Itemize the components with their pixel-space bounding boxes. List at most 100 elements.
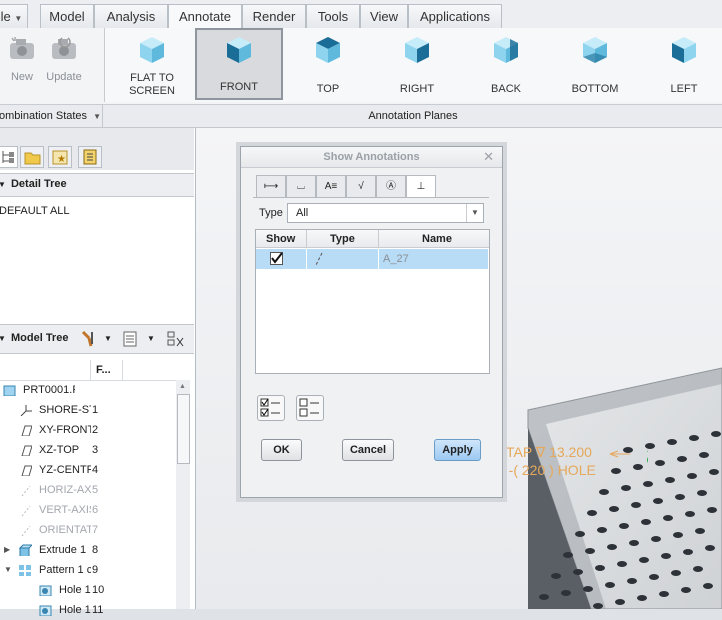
tab-model[interactable]: Model — [40, 4, 94, 28]
tab-folder-browser[interactable] — [20, 146, 44, 168]
combination-states-group[interactable]: ombination States ▼ — [0, 110, 101, 122]
scrollbar-thumb[interactable] — [177, 394, 190, 464]
model-tree-scrollbar[interactable]: ▲ — [176, 380, 190, 609]
tab-datums[interactable]: ⊥ — [406, 175, 436, 198]
hole-marker — [683, 549, 693, 555]
tab-view[interactable]: View — [360, 4, 408, 28]
annotation-name: A_27 — [383, 253, 409, 265]
tab-tools[interactable]: Tools — [306, 4, 360, 28]
gtol-icon: ⌴ — [297, 181, 305, 192]
tree-row[interactable]: Hole 1 11 — [0, 600, 176, 620]
tree-row[interactable]: VERT-AXIS 6 — [0, 500, 176, 520]
tab-notes[interactable]: A≡ — [316, 175, 346, 197]
tab-symbols[interactable]: Ⓐ — [376, 175, 406, 197]
tools-icon[interactable] — [80, 330, 98, 359]
tab-analysis[interactable]: Analysis — [94, 4, 168, 28]
tree-row[interactable]: XZ-TOP 3 — [0, 440, 176, 460]
tab-dimensions[interactable]: ⟼ — [256, 175, 286, 197]
hole-marker — [693, 566, 703, 572]
hole-marker — [573, 569, 583, 575]
select-all-icon — [260, 398, 280, 417]
cube-top-icon — [316, 37, 340, 63]
hole-marker — [695, 528, 705, 534]
settings-list-icon[interactable] — [122, 330, 138, 359]
column-type[interactable]: Type — [330, 233, 355, 245]
type-label: Type — [259, 207, 283, 219]
tab-annotate[interactable]: Annotate — [168, 4, 242, 29]
filter-icon[interactable] — [166, 330, 186, 359]
tab-favorites[interactable]: ★ — [48, 146, 72, 168]
detail-tree-item[interactable]: DEFAULT ALL — [0, 205, 70, 217]
tree-row-label: Pattern 1 c — [39, 564, 91, 576]
show-checkbox[interactable] — [270, 252, 283, 265]
plane-bottom-button[interactable]: BOTTOM — [551, 28, 639, 100]
axis-type-icon — [315, 252, 323, 266]
tab-applications[interactable]: Applications — [408, 4, 502, 28]
tree-row[interactable]: YZ-CENTR 4 — [0, 460, 176, 480]
tab-gtol[interactable]: ⌴ — [286, 175, 316, 197]
hole-annotation-line1[interactable]: TAP ∇ 13.200 — [506, 444, 592, 461]
close-icon[interactable]: ✕ — [483, 149, 494, 165]
tree-row[interactable]: PRT0001.PRT — [0, 380, 176, 400]
tab-file[interactable]: ile ▼ — [0, 4, 28, 28]
hole-marker — [595, 565, 605, 571]
cube-flat-icon — [140, 37, 164, 63]
cube-left-icon — [672, 37, 696, 63]
datum-icon: ⊥ — [416, 181, 426, 192]
cancel-button[interactable]: Cancel — [342, 439, 394, 461]
chevron-down-icon[interactable]: ▼ — [147, 325, 155, 352]
tab-layer-tree[interactable] — [78, 146, 102, 168]
tree-row[interactable]: Hole 1 10 — [0, 580, 176, 600]
plane-flat-to-screen-button[interactable]: FLAT TO SCREEN — [108, 28, 196, 100]
ok-button[interactable]: OK — [261, 439, 302, 461]
update-button[interactable]: Update — [44, 36, 84, 83]
tree-row-number: 8 — [92, 544, 99, 556]
hole-marker — [711, 431, 721, 437]
plane-back-button[interactable]: BACK — [462, 28, 550, 100]
new-button[interactable]: New — [2, 36, 42, 83]
tree-row[interactable]: HORIZ-AX 5 — [0, 480, 176, 500]
plane-front-button[interactable]: FRONT — [195, 28, 283, 100]
tree-row[interactable]: XY-FRONT 2 — [0, 420, 176, 440]
hole-marker — [643, 481, 653, 487]
scroll-up-icon[interactable]: ▲ — [179, 383, 186, 390]
type-select[interactable]: All ▼ — [287, 203, 484, 223]
tree-row[interactable]: ORIENTATI 7 — [0, 520, 176, 540]
chevron-down-icon[interactable]: ▼ — [0, 334, 6, 343]
column-name[interactable]: Name — [422, 233, 452, 245]
deselect-all-button[interactable] — [296, 395, 324, 421]
axis-icon — [21, 525, 31, 536]
tree-row-label: ORIENTATI — [39, 524, 91, 536]
tree-row[interactable]: ▼ Pattern 1 c9 — [0, 560, 176, 580]
detail-tree-header[interactable]: ▼ Detail Tree — [0, 173, 194, 197]
tab-file-label: ile — [0, 9, 11, 24]
collapse-icon[interactable]: ▼ — [4, 560, 12, 580]
ribbon: New Update FLAT TO SCREEN FRONT TOP RIGH — [0, 28, 722, 105]
annotation-planes-group-label: Annotation Planes — [368, 110, 458, 122]
apply-button[interactable]: Apply — [434, 439, 481, 461]
tab-render[interactable]: Render — [242, 4, 306, 28]
tab-model-tree[interactable] — [0, 146, 18, 168]
hole-marker — [609, 506, 619, 512]
tree-row[interactable]: SHORE-ST 1 — [0, 400, 176, 420]
chevron-down-icon[interactable]: ▼ — [466, 204, 483, 222]
hole-marker — [583, 586, 593, 592]
expand-icon[interactable]: ▶ — [4, 540, 10, 560]
column-show[interactable]: Show — [266, 233, 295, 245]
hole-marker — [651, 536, 661, 542]
plane-left-button[interactable]: LEFT — [640, 28, 722, 100]
select-all-button[interactable] — [257, 395, 285, 421]
table-row[interactable]: A_27 — [256, 249, 488, 269]
plane-icon — [21, 465, 32, 476]
plane-top-button[interactable]: TOP — [284, 28, 372, 100]
hole-marker — [627, 578, 637, 584]
chevron-down-icon[interactable]: ▼ — [104, 325, 112, 352]
hole-marker — [597, 527, 607, 533]
hole-marker — [607, 544, 617, 550]
column-header-feature-number[interactable]: F... — [96, 364, 111, 376]
hole-marker — [605, 582, 615, 588]
plane-right-button[interactable]: RIGHT — [373, 28, 461, 100]
tree-row[interactable]: ▶ Extrude 1 8 — [0, 540, 176, 560]
tab-surface-finish[interactable]: √ — [346, 175, 376, 197]
hole-annotation-line2[interactable]: 1 -( 220 ) HOLE — [497, 462, 596, 478]
